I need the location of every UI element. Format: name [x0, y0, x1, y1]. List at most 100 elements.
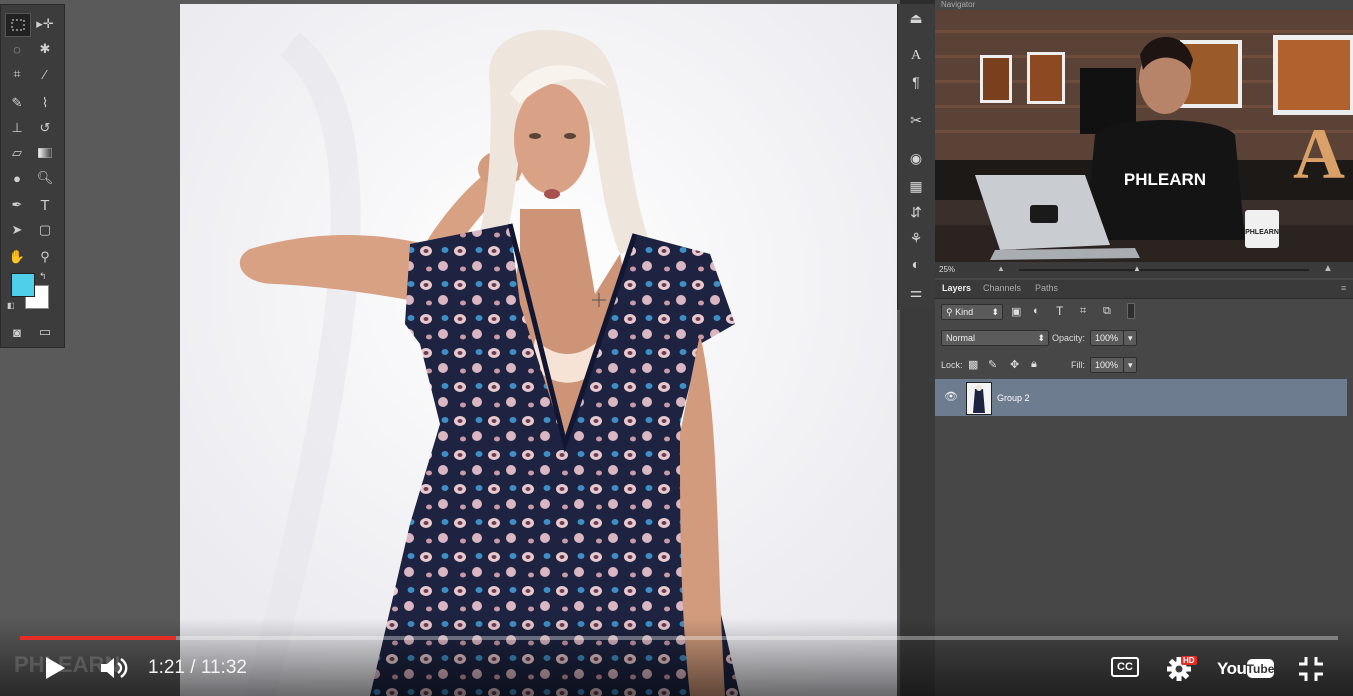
filter-pixel-icon[interactable]: ▣	[1011, 305, 1021, 318]
spot-healing-tool-icon[interactable]: ✎	[5, 92, 29, 114]
filter-search-icon: ⚲	[946, 307, 953, 317]
styles-icon[interactable]: ⇵	[905, 202, 927, 222]
adjustments-icon[interactable]: ◉	[905, 148, 927, 168]
layers-tab-row: Layers Channels Paths ≡	[935, 280, 1353, 299]
chevron-down-icon: ⬍	[1037, 333, 1045, 343]
exit-fullscreen-button[interactable]	[1297, 655, 1325, 688]
quick-mask-icon[interactable]: ◙	[5, 321, 29, 343]
clone-stamp-tool-icon[interactable]: ⊥	[5, 117, 29, 139]
history-icon[interactable]: ⏏	[905, 8, 927, 28]
properties-icon[interactable]: ⚌	[905, 282, 927, 302]
duration: 11:32	[200, 657, 247, 678]
video-shirt-text: PHLEARN	[1124, 170, 1206, 189]
kind-filter-select[interactable]: ⚲ Kind ⬍	[941, 304, 1003, 320]
color-icon[interactable]: ◐	[905, 254, 927, 274]
navigator-video-frame: PHLEARN A PHLEARN	[935, 10, 1353, 262]
brush-tool-icon[interactable]: ⌇	[33, 92, 57, 114]
opacity-input[interactable]: 100%	[1090, 330, 1124, 346]
zoom-out-icon[interactable]: ▲	[997, 264, 1005, 273]
volume-button[interactable]	[100, 656, 130, 685]
tab-paths[interactable]: Paths	[1035, 283, 1058, 293]
play-icon	[46, 657, 65, 679]
canvas-photo	[180, 4, 897, 696]
play-button[interactable]	[44, 656, 66, 685]
fill-input[interactable]: 100%	[1090, 357, 1124, 373]
time-display: 1:21 / 11:32	[148, 657, 247, 679]
swap-colors-icon[interactable]: ↰	[39, 271, 47, 282]
lock-all-icon[interactable]: 🔒︎	[1031, 358, 1037, 371]
exit-fullscreen-icon	[1299, 657, 1323, 681]
blend-mode-select[interactable]: Normal ⬍	[941, 330, 1049, 346]
zoom-in-icon[interactable]: ▲	[1323, 263, 1333, 274]
layer-thumbnail	[966, 382, 992, 415]
layer-name[interactable]: Group 2	[997, 393, 1030, 403]
dodge-tool-icon[interactable]: 🔍︎	[33, 167, 57, 189]
lock-position-icon[interactable]: ✥	[1010, 358, 1019, 371]
brush-presets-icon[interactable]: ⚘	[905, 228, 927, 248]
document-canvas[interactable]	[180, 4, 897, 696]
character-panel-icon[interactable]: A	[905, 46, 927, 66]
type-tool-icon[interactable]: T	[33, 194, 57, 216]
move-tool-icon[interactable]: ▸✛	[33, 13, 57, 35]
current-time: 1:21	[148, 657, 185, 678]
hd-badge: HD	[1181, 656, 1197, 665]
opacity-dropdown-icon[interactable]: ▾	[1123, 330, 1137, 346]
svg-text:Tube: Tube	[1247, 662, 1275, 676]
time-separator: /	[184, 657, 201, 678]
zoom-tool-icon[interactable]: ⚲	[33, 246, 57, 268]
blur-tool-icon[interactable]: ●	[5, 167, 29, 189]
lasso-tool-icon[interactable]: ◌	[5, 38, 29, 60]
youtube-logo-button[interactable]: You Tube	[1216, 656, 1276, 685]
zoom-slider-thumb[interactable]: ▲	[1133, 264, 1141, 273]
progress-bar[interactable]	[20, 636, 1338, 640]
tab-layers[interactable]: Layers	[942, 283, 971, 293]
filter-type-icon[interactable]: T	[1056, 304, 1063, 318]
navigator-zoom-bar: 25% ▲ ▲ ▲	[935, 262, 1353, 278]
tab-channels[interactable]: Channels	[983, 283, 1021, 293]
screen-mode-icon[interactable]: ▭	[33, 321, 57, 343]
crop-tool-icon[interactable]: ⌗	[5, 63, 29, 85]
navigator-preview[interactable]: PHLEARN A PHLEARN	[935, 10, 1353, 262]
layer-row-group-2[interactable]: 👁︎ Group 2	[935, 379, 1347, 416]
magic-wand-tool-icon[interactable]: ✱	[33, 38, 57, 60]
filter-shape-icon[interactable]: ⌗	[1080, 305, 1086, 318]
eyedropper-tool-icon[interactable]: ⁄	[33, 63, 57, 85]
pen-tool-icon[interactable]: ✒	[5, 194, 29, 216]
fill-dropdown-icon[interactable]: ▾	[1123, 357, 1137, 373]
paragraph-panel-icon[interactable]: ¶	[905, 72, 927, 92]
youtube-logo: You Tube	[1217, 659, 1275, 678]
lock-transparent-icon[interactable]: ▩	[968, 358, 978, 371]
kind-filter-label: Kind	[955, 307, 974, 317]
marquee-letter: A	[1293, 114, 1345, 194]
navigator-title: Navigator	[941, 0, 976, 9]
panel-icon-strip: ⏏ A ¶ ✂ ◉ ▦ ⇵ ⚘ ◐ ⚌	[897, 4, 937, 310]
layer-visibility-eye-icon[interactable]: 👁︎	[944, 390, 958, 403]
filter-adjustment-icon[interactable]: ◐	[1033, 305, 1040, 317]
hand-tool-icon[interactable]: ✋	[5, 246, 29, 268]
panel-menu-icon[interactable]: ≡	[1341, 283, 1346, 293]
progress-bar-played	[20, 636, 176, 640]
swatches-icon[interactable]: ▦	[905, 176, 927, 196]
navigator-zoom-value[interactable]: 25%	[939, 265, 955, 274]
default-colors-icon[interactable]: ◧	[7, 301, 15, 310]
rectangle-tool-icon[interactable]: ▢	[33, 219, 57, 241]
tool-presets-icon[interactable]: ✂	[905, 110, 927, 130]
gradient-tool-icon[interactable]	[33, 142, 57, 164]
chevron-down-icon: ⬍	[991, 307, 999, 317]
history-brush-tool-icon[interactable]: ↺	[33, 117, 57, 139]
tools-panel: ▸✛ ◌ ✱ ⌗ ⁄ ✎ ⌇ ⊥ ↺ ▱ ● 🔍︎ ✒ T ➤ ▢ ✋ ⚲ ↰ …	[0, 4, 65, 348]
settings-button[interactable]: HD	[1166, 654, 1197, 687]
volume-icon	[101, 658, 128, 678]
filter-toggle-switch[interactable]	[1127, 303, 1135, 319]
eraser-tool-icon[interactable]: ▱	[5, 142, 29, 164]
foreground-color-swatch[interactable]	[11, 273, 35, 297]
path-selection-tool-icon[interactable]: ➤	[5, 219, 29, 241]
opacity-label: Opacity:	[1052, 333, 1086, 343]
fill-label: Fill:	[1071, 360, 1085, 370]
filter-smart-object-icon[interactable]: ⧉	[1103, 305, 1111, 318]
rectangular-marquee-tool-icon[interactable]	[5, 13, 31, 37]
lock-label: Lock:	[941, 360, 963, 370]
zoom-slider-track[interactable]	[1019, 269, 1309, 271]
lock-pixels-icon[interactable]: ✎	[988, 358, 997, 371]
captions-button[interactable]: CC	[1111, 657, 1139, 677]
